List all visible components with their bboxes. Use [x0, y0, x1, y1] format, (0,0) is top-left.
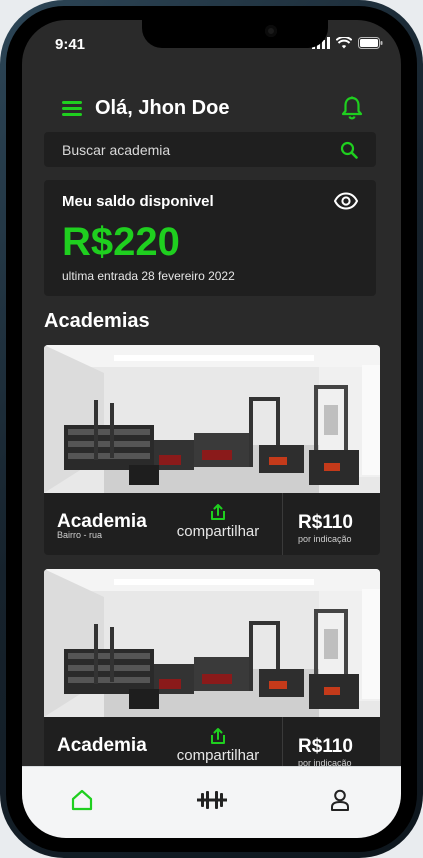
share-button[interactable]: compartilhar	[168, 503, 268, 547]
bell-icon[interactable]	[341, 96, 363, 120]
phone-frame: 9:41 Olá, Jhon Doe Buscar academia Meu s…	[0, 0, 423, 858]
greeting-text: Olá, Jhon Doe	[95, 97, 230, 119]
share-button[interactable]: compartilhar	[168, 727, 268, 771]
gym-photo	[44, 569, 380, 717]
share-icon	[211, 504, 225, 520]
gym-name: Academia	[57, 735, 147, 756]
app-screen: 9:41 Olá, Jhon Doe Buscar academia Meu s…	[22, 20, 401, 838]
battery-icon	[358, 37, 383, 49]
status-time: 9:41	[55, 36, 86, 53]
menu-icon[interactable]	[62, 101, 82, 117]
eye-icon[interactable]	[334, 192, 358, 210]
search-bar	[44, 132, 376, 167]
search-input[interactable]	[44, 132, 324, 167]
app-header: Olá, Jhon Doe	[22, 92, 401, 128]
balance-card: Meu saldo disponivel R$220 ultima entrad…	[44, 180, 376, 296]
home-icon[interactable]	[71, 789, 93, 811]
share-label: compartilhar	[176, 523, 260, 540]
gym-card-info: Academia Bairro - rua compartilhar R$110…	[44, 493, 380, 555]
search-icon[interactable]	[340, 141, 358, 159]
gym-photo	[44, 345, 380, 493]
wifi-icon	[336, 37, 352, 49]
balance-amount: R$220	[62, 220, 180, 264]
card-divider	[282, 493, 283, 555]
gym-price: R$110	[298, 512, 353, 533]
dumbbell-icon[interactable]	[197, 789, 227, 811]
notch	[142, 20, 328, 48]
bottom-tab-bar	[22, 766, 401, 838]
camera-icon	[265, 25, 277, 37]
balance-title: Meu saldo disponivel	[62, 193, 214, 210]
balance-last-entry: ultima entrada 28 fevereiro 2022	[62, 269, 235, 283]
gym-card[interactable]: Academia Bairro - rua compartilhar R$110…	[44, 345, 380, 555]
share-label: compartilhar	[176, 747, 260, 764]
section-title-gyms: Academias	[44, 310, 150, 332]
share-icon	[211, 728, 225, 744]
gym-price-note: por indicação	[298, 534, 352, 544]
gym-card[interactable]: Academia compartilhar R$110 por indicaçã…	[44, 569, 380, 779]
user-icon[interactable]	[330, 789, 350, 811]
gym-price: R$110	[298, 736, 353, 757]
gym-location: Bairro - rua	[57, 530, 103, 540]
